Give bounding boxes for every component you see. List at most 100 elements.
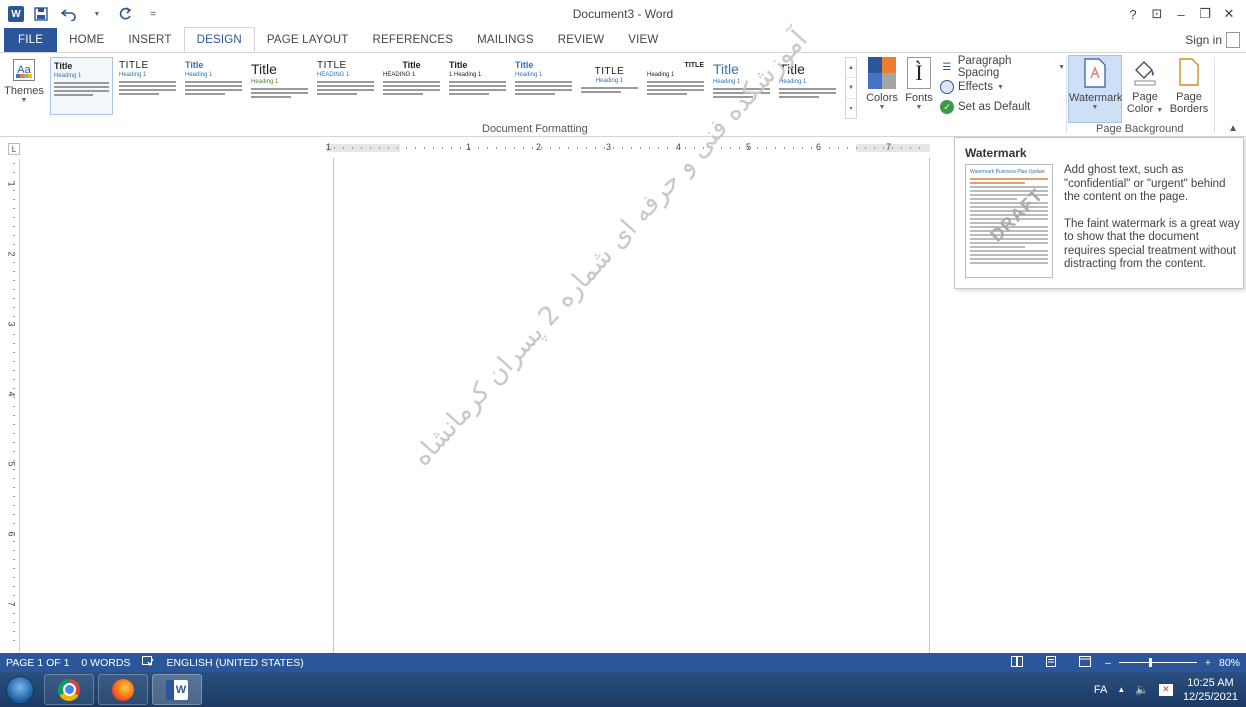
paragraph-spacing-button[interactable]: ☰ Paragraph Spacing ▼ [940, 55, 1065, 79]
input-language[interactable]: FA [1094, 684, 1107, 696]
style-set-item[interactable]: Title 1 Heading 1 [446, 57, 509, 115]
tab-design[interactable]: DESIGN [183, 27, 255, 52]
ruler-tick [919, 147, 920, 149]
ruler-tick [13, 325, 15, 326]
checkmark-icon: ✓ [940, 100, 954, 114]
tab-mailings[interactable]: MAILINGS [465, 28, 546, 52]
page-count[interactable]: PAGE 1 OF 1 [0, 657, 75, 669]
taskbar-firefox[interactable] [98, 674, 148, 705]
word-count[interactable]: 0 WORDS [75, 657, 136, 669]
ruler-tick [13, 478, 15, 479]
ruler-tick [13, 640, 15, 641]
customize-qat-icon[interactable]: = [142, 4, 164, 24]
theme-color-swatch [882, 73, 896, 89]
gallery-scrollbar[interactable]: ▲ ▼ ▾ [845, 57, 857, 119]
web-layout-icon[interactable] [1079, 655, 1091, 670]
tab-file[interactable]: FILE [4, 28, 58, 52]
close-button[interactable]: ✕ [1218, 4, 1240, 24]
restore-button[interactable]: ❐ [1194, 4, 1216, 24]
ruler-tick [577, 147, 578, 149]
ribbon-display-options-button[interactable]: ⊡ [1146, 4, 1168, 24]
action-center-flag-icon[interactable]: ✕ [1158, 683, 1173, 696]
watermark-button[interactable]: Watermark ▼ [1068, 55, 1122, 123]
style-set-item[interactable]: TITLE Heading 1 [578, 57, 641, 115]
ruler-tick [13, 271, 15, 272]
language-indicator[interactable]: ENGLISH (UNITED STATES) [160, 657, 309, 669]
style-heading: HEADING 1 [383, 72, 416, 78]
ruler-tick [13, 595, 15, 596]
zoom-in-button[interactable]: + [1205, 657, 1211, 669]
gallery-up-icon[interactable]: ▲ [846, 58, 856, 79]
proofing-icon[interactable] [136, 655, 160, 670]
page-color-button[interactable]: Page Color ▼ [1124, 55, 1166, 123]
tab-page-layout[interactable]: PAGE LAYOUT [255, 28, 361, 52]
horizontal-ruler[interactable]: 11234567 [326, 140, 930, 156]
effects-button[interactable]: Effects ▼ [940, 77, 1065, 97]
ruler-tick [820, 147, 821, 149]
show-hidden-icons-icon[interactable]: ▲ [1117, 685, 1125, 694]
ruler-tick [676, 147, 677, 149]
taskbar-chrome[interactable] [44, 674, 94, 705]
group-divider [1066, 57, 1067, 133]
chevron-down-icon: ▼ [1091, 104, 1099, 111]
style-set-item[interactable]: Title Heading 1 [50, 57, 113, 115]
zoom-slider-thumb[interactable] [1148, 658, 1152, 667]
page-borders-button[interactable]: Page Borders [1166, 55, 1212, 123]
fonts-button[interactable]: Ì Fonts ▼ [902, 57, 936, 123]
style-set-item[interactable]: Title Heading 1 [512, 57, 575, 115]
zoom-slider[interactable] [1118, 658, 1197, 667]
style-set-item[interactable]: TITLE HEADING 1 [314, 57, 377, 115]
word-app-icon[interactable]: W [8, 6, 24, 22]
start-button[interactable] [0, 672, 40, 707]
vertical-ruler[interactable]: 1 2 3 4 5 6 7 [6, 159, 20, 653]
style-set-item[interactable]: Title Heading 1 [248, 57, 311, 115]
ruler-tick [865, 147, 866, 149]
ruler-tick [13, 361, 15, 362]
ruler-number: 5 [6, 461, 17, 467]
clock-time: 10:25 AM [1187, 676, 1234, 689]
themes-button[interactable]: Aa Themes ▼ [4, 57, 44, 123]
group-label-document-formatting: Document Formatting [482, 123, 588, 135]
tab-references[interactable]: REFERENCES [361, 28, 466, 52]
save-icon[interactable] [30, 4, 52, 24]
style-title: Title [449, 60, 468, 70]
ruler-tick [901, 147, 902, 149]
style-set-item[interactable]: TITLE Heading 1 [116, 57, 179, 115]
ruler-tick [13, 487, 15, 488]
zoom-out-button[interactable]: – [1105, 657, 1111, 669]
style-heading: Heading 1 [647, 72, 675, 78]
clock[interactable]: 10:25 AM 12/25/2021 [1183, 676, 1238, 704]
ruler-tick [13, 604, 15, 605]
undo-icon[interactable] [58, 4, 80, 24]
ruler-tick [13, 460, 15, 461]
set-as-default-button[interactable]: ✓ Set as Default [940, 97, 1065, 117]
windows-taskbar: W FA ▲ 🔈 ✕ 10:25 AM 12/25/2021 [0, 672, 1246, 707]
print-layout-icon[interactable] [1045, 655, 1057, 670]
taskbar-word[interactable]: W [152, 674, 202, 705]
gallery-down-icon[interactable]: ▼ [846, 78, 856, 99]
chevron-down-icon[interactable]: ▼ [86, 4, 108, 24]
volume-icon[interactable]: 🔈 [1135, 683, 1149, 696]
ruler-tick [559, 147, 560, 149]
tab-insert[interactable]: INSERT [116, 28, 183, 52]
style-set-item[interactable]: Title HEADING 1 [380, 57, 443, 115]
tab-review[interactable]: REVIEW [546, 28, 617, 52]
ruler-tick [793, 147, 794, 149]
ruler-tick [352, 147, 353, 149]
minimize-button[interactable]: – [1170, 4, 1192, 24]
style-set-item[interactable]: TITLE Heading 1 [644, 57, 707, 115]
tab-selector-icon[interactable]: L [8, 143, 20, 155]
sign-in-link[interactable]: Sign in [1185, 32, 1240, 48]
redo-icon[interactable] [114, 4, 136, 24]
colors-button[interactable]: Colors ▼ [862, 57, 902, 123]
read-mode-icon[interactable] [1011, 655, 1023, 670]
gallery-more-icon[interactable]: ▾ [846, 99, 856, 118]
collapse-ribbon-icon[interactable]: ▲ [1228, 123, 1238, 134]
tab-view[interactable]: VIEW [616, 28, 670, 52]
paragraph-spacing-icon: ☰ [942, 61, 952, 73]
tab-home[interactable]: HOME [57, 28, 116, 52]
ruler-tick [13, 388, 15, 389]
help-button[interactable]: ? [1122, 4, 1144, 24]
zoom-level[interactable]: 80% [1219, 657, 1240, 669]
style-set-item[interactable]: Title Heading 1 [182, 57, 245, 115]
